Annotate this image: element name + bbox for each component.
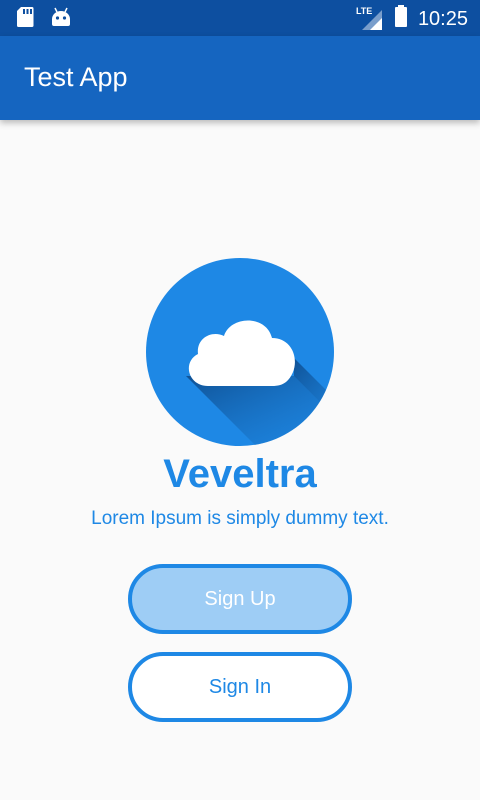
brand-tagline: Lorem Ipsum is simply dummy text. bbox=[91, 508, 389, 529]
app-bar: Test App bbox=[0, 36, 480, 120]
status-right-icons: LTE 10:25 bbox=[356, 4, 468, 33]
brand-name: Veveltra bbox=[163, 452, 317, 496]
signal-icon: LTE bbox=[356, 6, 384, 32]
status-time: 10:25 bbox=[417, 7, 468, 30]
status-bar: LTE 10:25 bbox=[0, 0, 480, 36]
status-left-icons bbox=[16, 6, 72, 33]
battery-icon bbox=[394, 4, 408, 33]
cloud-logo bbox=[146, 258, 334, 446]
cloud-icon bbox=[146, 258, 334, 446]
network-type-label: LTE bbox=[355, 5, 373, 16]
android-icon bbox=[50, 6, 72, 33]
app-title: Test App bbox=[24, 62, 128, 92]
sd-card-icon bbox=[16, 6, 34, 33]
sign-up-button[interactable]: Sign Up bbox=[128, 564, 352, 634]
sign-up-label: Sign Up bbox=[204, 587, 276, 610]
sign-in-label: Sign In bbox=[208, 675, 272, 698]
sign-in-button[interactable]: Sign In bbox=[128, 652, 352, 722]
